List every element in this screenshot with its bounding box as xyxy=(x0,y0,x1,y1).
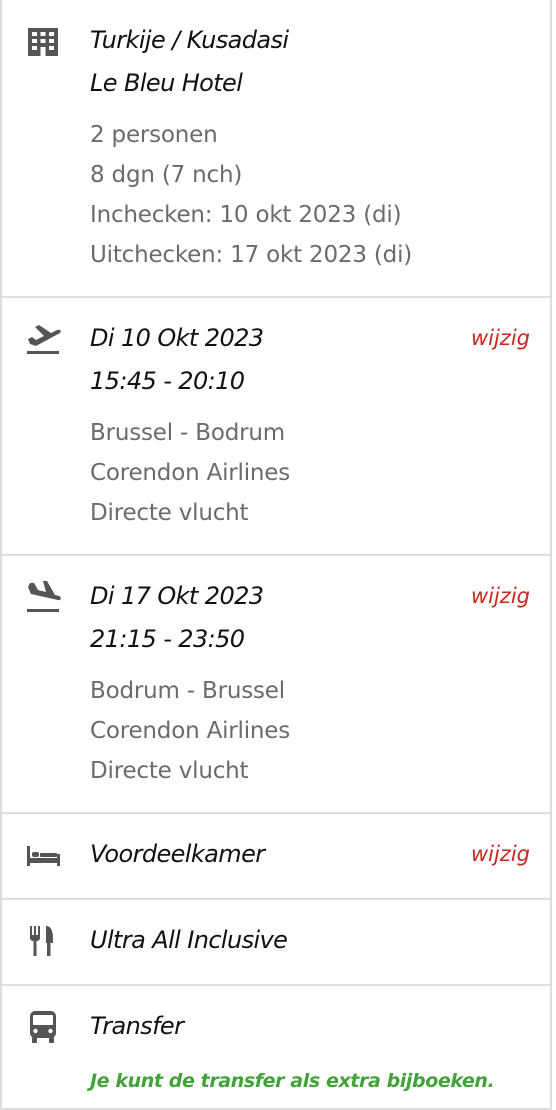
outbound-flight-airline: Corendon Airlines xyxy=(90,460,291,486)
board-type: Ultra All Inclusive xyxy=(90,926,288,954)
room-type: Voordeelkamer xyxy=(90,840,265,868)
fork-knife-icon xyxy=(24,924,62,958)
plane-arrival-icon xyxy=(24,580,62,614)
transfer-label: Transfer xyxy=(90,1012,184,1040)
hotel-section: Turkije / Kusadasi Le Bleu Hotel 2 perso… xyxy=(2,0,550,298)
plane-departure-icon xyxy=(24,322,62,356)
room-edit-link[interactable]: wijzig xyxy=(471,842,530,866)
outbound-flight-date: Di 10 Okt 2023 xyxy=(90,324,264,352)
bus-icon xyxy=(24,1010,62,1044)
outbound-flight-route: Brussel - Bodrum xyxy=(90,420,285,446)
hotel-duration: 8 dgn (7 nch) xyxy=(90,162,243,188)
return-flight-section: Di 17 Okt 2023 wijzig 21:15 - 23:50 Bodr… xyxy=(2,556,550,814)
transfer-note: Je kunt de transfer als extra bijboeken. xyxy=(90,1070,495,1092)
building-icon xyxy=(24,26,62,60)
return-flight-date: Di 17 Okt 2023 xyxy=(90,582,264,610)
hotel-checkin: Inchecken: 10 okt 2023 (di) xyxy=(90,202,402,228)
board-section: Ultra All Inclusive xyxy=(2,900,550,986)
hotel-checkout: Uitchecken: 17 okt 2023 (di) xyxy=(90,242,413,268)
outbound-flight-type: Directe vlucht xyxy=(90,500,249,526)
outbound-flight-edit-link[interactable]: wijzig xyxy=(471,326,530,350)
hotel-persons: 2 personen xyxy=(90,122,218,148)
outbound-flight-time: 15:45 - 20:10 xyxy=(90,367,245,395)
outbound-flight-section: Di 10 Okt 2023 wijzig 15:45 - 20:10 Brus… xyxy=(2,298,550,556)
return-flight-time: 21:15 - 23:50 xyxy=(90,625,245,653)
return-flight-airline: Corendon Airlines xyxy=(90,718,291,744)
bed-icon xyxy=(24,840,62,874)
return-flight-edit-link[interactable]: wijzig xyxy=(471,584,530,608)
return-flight-route: Bodrum - Brussel xyxy=(90,678,285,704)
room-section: Voordeelkamer wijzig xyxy=(2,814,550,900)
return-flight-type: Directe vlucht xyxy=(90,758,249,784)
hotel-name: Le Bleu Hotel xyxy=(90,69,243,97)
transfer-section: Transfer Je kunt de transfer als extra b… xyxy=(2,986,550,1110)
hotel-destination: Turkije / Kusadasi xyxy=(90,26,289,54)
booking-summary-panel: Turkije / Kusadasi Le Bleu Hotel 2 perso… xyxy=(0,0,552,1110)
